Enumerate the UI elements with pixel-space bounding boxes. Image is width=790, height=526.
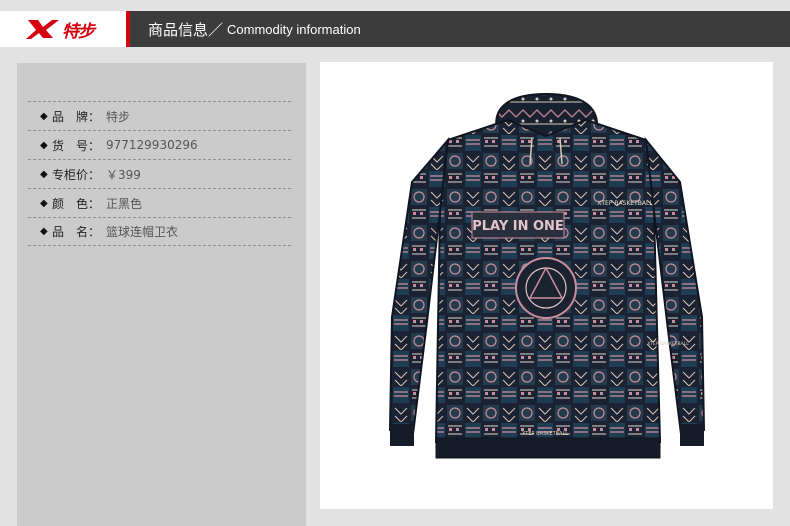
diamond-bullet-icon: ◆ — [40, 226, 48, 237]
diamond-bullet-icon: ◆ — [40, 197, 48, 209]
info-label: 品 名： — [52, 225, 101, 239]
info-value: 特步 — [106, 109, 131, 124]
info-label: 货 号： — [52, 138, 101, 153]
info-value: 正黑色 — [106, 196, 143, 211]
info-row-price: ◆ 专柜价： ￥399 — [28, 159, 291, 188]
info-row-brand: ◆ 品 牌： 特步 — [28, 101, 291, 130]
header-title-cn: 商品信息／ — [148, 20, 224, 39]
xtep-logo-icon — [26, 20, 59, 39]
info-value: ￥399 — [106, 167, 141, 182]
header-title-en: Commodity information — [227, 21, 361, 37]
info-label: 品 牌： — [52, 109, 101, 124]
info-value: 篮球连帽卫衣 — [106, 225, 179, 239]
info-value: 977129930296 — [106, 138, 198, 152]
info-row-color: ◆ 颜 色： 正黑色 — [28, 188, 291, 217]
brand-name: 特步 — [62, 21, 95, 42]
product-info-list: ◆ 品 牌： 特步 ◆ 货 号： 977129930296 ◆ 专柜价： ￥39… — [28, 101, 291, 246]
diamond-bullet-icon: ◆ — [40, 139, 48, 151]
product-image[interactable]: PLAY IN ONE XTEP BASKETBALL XTEP BASKETB… — [320, 62, 773, 509]
sleeve-print-text: XTEP BASKETBALL — [647, 341, 689, 347]
diamond-bullet-icon: ◆ — [40, 168, 48, 180]
hem-print-text: XTEP BASKETBALL — [522, 431, 568, 437]
info-row-sku: ◆ 货 号： 977129930296 — [28, 130, 291, 159]
product-image-frame: PLAY IN ONE XTEP BASKETBALL XTEP BASKETB… — [320, 62, 773, 509]
product-info-panel: ◆ 品 牌： 特步 ◆ 货 号： 977129930296 ◆ 专柜价： ￥39… — [17, 63, 306, 526]
header: 特步 商品信息／ Commodity information — [0, 11, 790, 47]
info-label: 颜 色： — [52, 196, 101, 211]
info-row-name: ◆ 品 名： 篮球连帽卫衣 — [28, 217, 291, 246]
header-title-bar: 商品信息／ Commodity information — [130, 11, 790, 47]
info-label: 专柜价： — [52, 167, 101, 182]
diamond-bullet-icon: ◆ — [40, 110, 48, 122]
chest-print-text: PLAY IN ONE — [472, 219, 564, 234]
print-tag-text: XTEP BASKETBALL — [597, 200, 653, 207]
brand-logo[interactable]: 特步 — [0, 11, 126, 47]
